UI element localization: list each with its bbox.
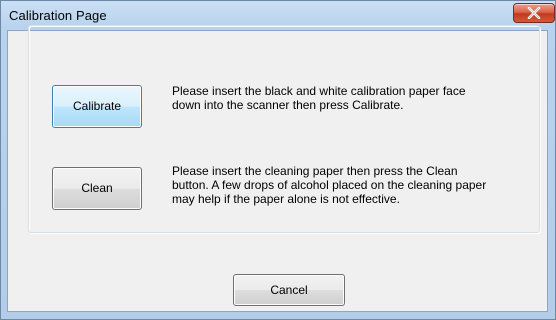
calibrate-button[interactable]: Calibrate bbox=[52, 85, 142, 128]
clean-button[interactable]: Clean bbox=[52, 167, 142, 210]
clean-description: Please insert the cleaning paper then pr… bbox=[172, 164, 487, 206]
close-button[interactable] bbox=[513, 3, 555, 23]
cancel-button[interactable]: Cancel bbox=[233, 274, 345, 306]
calibrate-button-label: Calibrate bbox=[72, 99, 122, 113]
window-title: Calibration Page bbox=[9, 8, 107, 23]
calibrate-description: Please insert the black and white calibr… bbox=[172, 84, 466, 112]
cancel-button-label: Cancel bbox=[270, 283, 308, 297]
clean-button-label: Clean bbox=[81, 181, 113, 195]
close-icon bbox=[527, 7, 541, 19]
